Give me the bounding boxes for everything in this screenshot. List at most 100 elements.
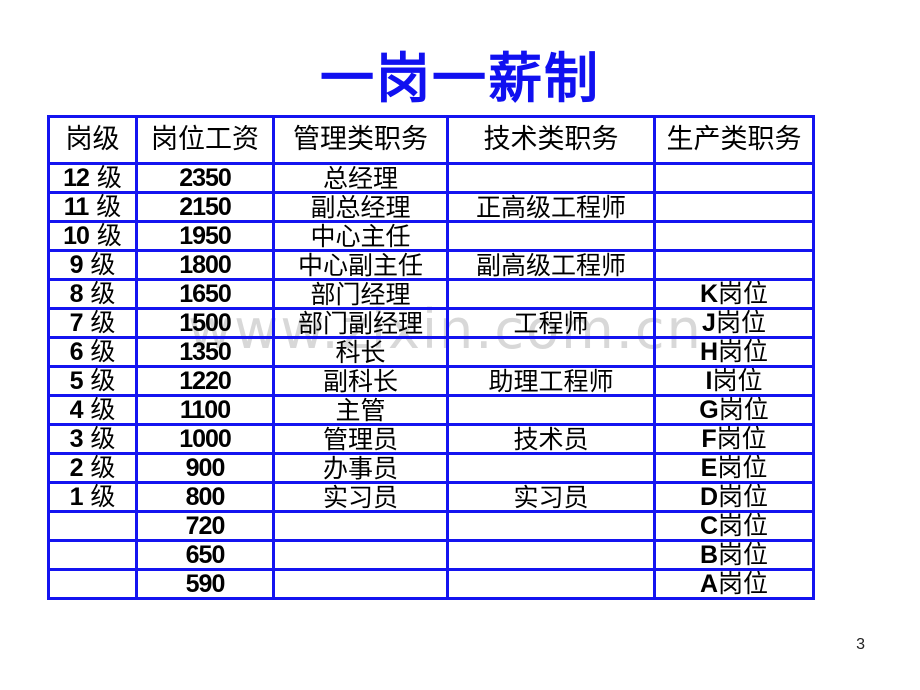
cell-technical (446, 510, 656, 542)
cell-level: 5 级 (47, 365, 138, 397)
level-number: 3 (69, 425, 84, 453)
table-row: 2 级 900 办事员 E岗位 (47, 452, 815, 484)
production-grade-letter: J (702, 309, 716, 337)
level-unit: 级 (90, 279, 116, 308)
cell-management: 中心副主任 (272, 249, 449, 281)
cell-level: 12 级 (47, 162, 138, 194)
cell-management: 管理员 (272, 423, 449, 455)
cell-wage: 650 (135, 539, 275, 571)
cell-technical (446, 278, 656, 310)
cell-wage: 1650 (135, 278, 275, 310)
level-unit: 级 (90, 453, 116, 482)
cell-technical: 工程师 (446, 307, 656, 339)
cell-management: 副总经理 (272, 191, 449, 223)
cell-wage: 2150 (135, 191, 275, 223)
cell-technical: 正高级工程师 (446, 191, 656, 223)
cell-management: 总经理 (272, 162, 449, 194)
cell-wage: 1000 (135, 423, 275, 455)
cell-technical: 助理工程师 (446, 365, 656, 397)
level-spacer (89, 167, 97, 190)
cell-production: K岗位 (653, 278, 815, 310)
cell-level: 11 级 (47, 191, 138, 223)
cell-management: 实习员 (272, 481, 449, 513)
cell-production (653, 220, 815, 252)
production-grade-letter: G (699, 396, 719, 424)
level-unit: 级 (90, 366, 116, 395)
header-wage: 岗位工资 (135, 115, 275, 165)
cell-level: 9 级 (47, 249, 138, 281)
level-number: 2 (69, 454, 84, 482)
table-row: 10 级 1950 中心主任 (47, 220, 815, 252)
table-row: 4 级 1100 主管 G岗位 (47, 394, 815, 426)
table-row: 9 级 1800 中心副主任 副高级工程师 (47, 249, 815, 281)
level-unit: 级 (96, 221, 122, 250)
header-production: 生产类职务 (653, 115, 815, 165)
cell-technical: 实习员 (446, 481, 656, 513)
cell-technical (446, 336, 656, 368)
cell-management: 办事员 (272, 452, 449, 484)
cell-production: B岗位 (653, 539, 815, 571)
production-grade-suffix: 岗位 (712, 366, 763, 395)
cell-production: J岗位 (653, 307, 815, 339)
production-grade-suffix: 岗位 (718, 540, 769, 569)
cell-wage: 2350 (135, 162, 275, 194)
salary-table: 岗级 岗位工资 管理类职务 技术类职务 生产类职务 12 级 2350 总经理 11 … (47, 115, 815, 600)
cell-wage: 590 (135, 568, 275, 600)
cell-level: 2 级 (47, 452, 138, 484)
level-number: 4 (69, 396, 84, 424)
level-number: 9 (69, 251, 84, 279)
production-grade-letter: F (701, 425, 717, 453)
table-row: 590 A岗位 (47, 568, 815, 600)
table-header-row: 岗级 岗位工资 管理类职务 技术类职务 生产类职务 (47, 115, 815, 165)
cell-level: 8 级 (47, 278, 138, 310)
cell-management (272, 510, 449, 542)
production-grade-letter: E (700, 454, 718, 482)
cell-production (653, 162, 815, 194)
level-unit: 级 (90, 395, 116, 424)
level-spacer (89, 225, 97, 248)
cell-management: 部门经理 (272, 278, 449, 310)
header-management: 管理类职务 (272, 115, 449, 165)
cell-wage: 1220 (135, 365, 275, 397)
cell-technical (446, 220, 656, 252)
cell-level: 6 级 (47, 336, 138, 368)
cell-wage: 1800 (135, 249, 275, 281)
cell-production: A岗位 (653, 568, 815, 600)
production-grade-suffix: 岗位 (716, 424, 767, 453)
cell-management: 副科长 (272, 365, 449, 397)
production-grade-suffix: 岗位 (718, 395, 769, 424)
level-number: 11 (63, 193, 89, 221)
level-unit: 级 (90, 337, 116, 366)
cell-technical (446, 452, 656, 484)
level-unit: 级 (90, 250, 116, 279)
cell-production (653, 191, 815, 223)
cell-production: H岗位 (653, 336, 815, 368)
cell-technical (446, 394, 656, 426)
level-number: 10 (63, 222, 90, 250)
production-grade-letter: C (699, 512, 719, 540)
production-grade-letter: B (699, 541, 719, 569)
cell-wage: 1100 (135, 394, 275, 426)
cell-wage: 1950 (135, 220, 275, 252)
table-row: 5 级 1220 副科长 助理工程师 I岗位 (47, 365, 815, 397)
cell-technical (446, 162, 656, 194)
cell-management: 中心主任 (272, 220, 449, 252)
level-unit: 级 (96, 163, 122, 192)
level-unit: 级 (90, 424, 116, 453)
cell-production: E岗位 (653, 452, 815, 484)
level-number: 7 (69, 309, 84, 337)
level-number: 1 (69, 483, 84, 511)
production-grade-letter: A (699, 570, 719, 598)
production-grade-letter: K (699, 280, 719, 308)
table-row: 1 级 800 实习员 实习员 D岗位 (47, 481, 815, 513)
cell-production: D岗位 (653, 481, 815, 513)
level-unit: 级 (90, 482, 116, 511)
level-unit: 级 (90, 308, 116, 337)
cell-technical (446, 539, 656, 571)
cell-wage: 1500 (135, 307, 275, 339)
header-level: 岗级 (47, 115, 138, 165)
production-grade-suffix: 岗位 (718, 337, 769, 366)
table-row: 6 级 1350 科长 H岗位 (47, 336, 815, 368)
cell-management (272, 568, 449, 600)
cell-level: 10 级 (47, 220, 138, 252)
